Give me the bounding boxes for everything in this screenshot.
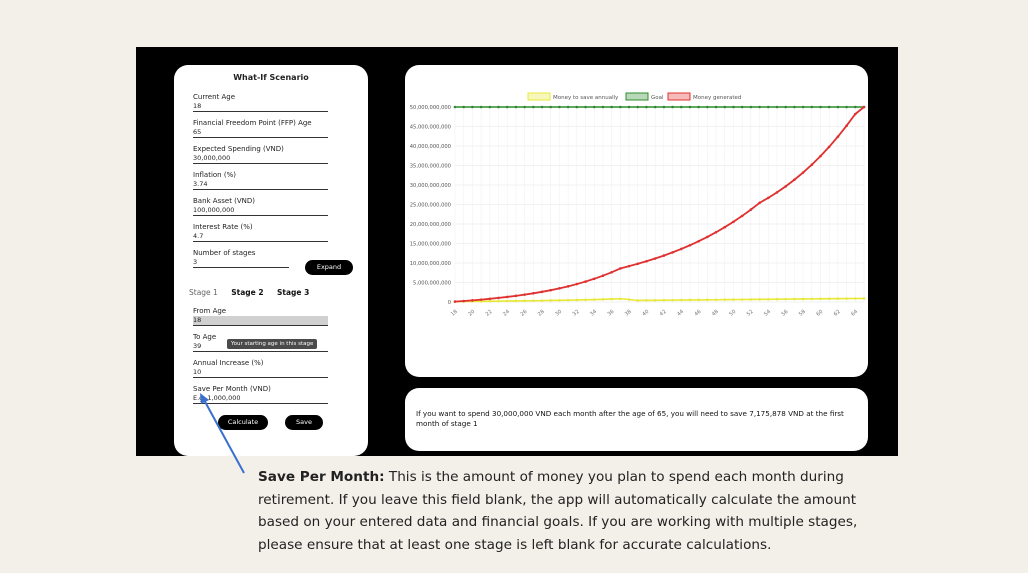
description-title: Save Per Month: [258,469,385,485]
description-text: Save Per Month: This is the amount of mo… [258,466,898,556]
